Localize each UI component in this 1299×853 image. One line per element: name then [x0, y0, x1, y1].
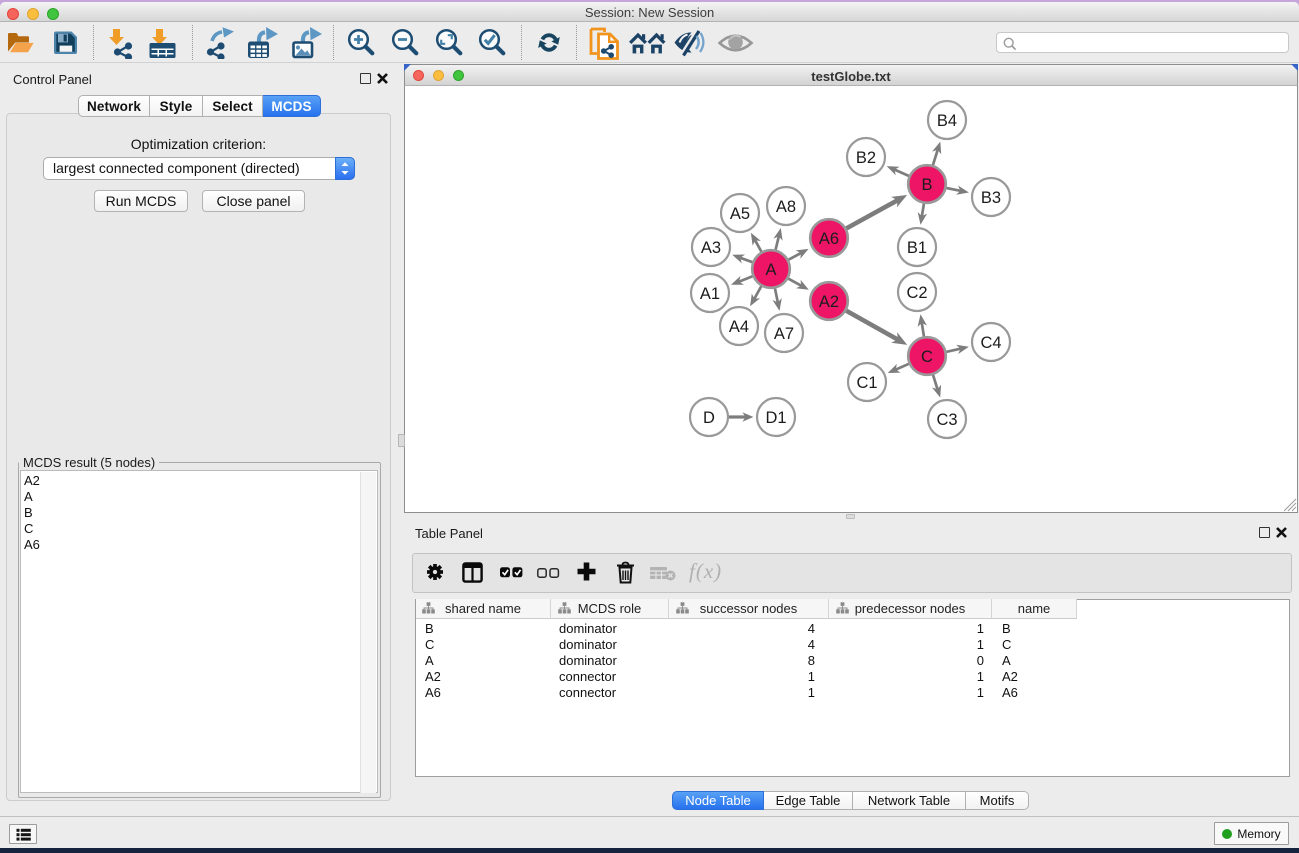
svg-text:A8: A8	[776, 198, 796, 216]
svg-text:D: D	[703, 409, 715, 427]
svg-text:C1: C1	[856, 374, 877, 392]
svg-text:C2: C2	[906, 284, 927, 302]
svg-text:A2: A2	[819, 293, 839, 311]
svg-text:A4: A4	[729, 318, 749, 336]
svg-text:A1: A1	[700, 285, 720, 303]
svg-text:A: A	[765, 261, 776, 279]
svg-text:C: C	[921, 348, 933, 366]
svg-text:A7: A7	[774, 325, 794, 343]
svg-text:A3: A3	[701, 239, 721, 257]
svg-text:B2: B2	[856, 149, 876, 167]
svg-text:B4: B4	[937, 112, 957, 130]
svg-text:C3: C3	[936, 411, 957, 429]
svg-text:D1: D1	[765, 409, 786, 427]
svg-text:B: B	[921, 176, 932, 194]
svg-text:A6: A6	[819, 230, 839, 248]
svg-text:B1: B1	[907, 239, 927, 257]
svg-text:A5: A5	[730, 205, 750, 223]
svg-text:C4: C4	[980, 334, 1001, 352]
svg-text:B3: B3	[981, 189, 1001, 207]
